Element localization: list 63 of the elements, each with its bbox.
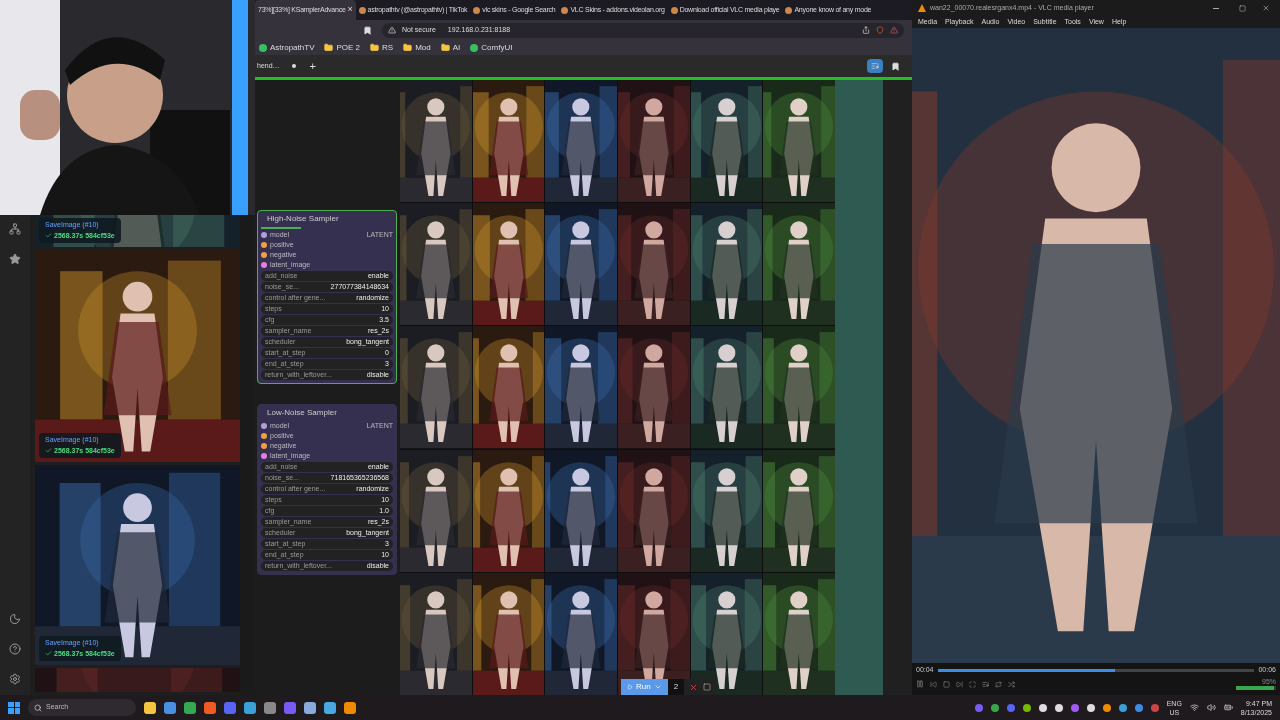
site-icon bbox=[670, 6, 678, 14]
taskbar-app-icon[interactable] bbox=[344, 701, 356, 714]
check-icon bbox=[45, 447, 52, 455]
check-icon bbox=[45, 650, 52, 658]
sampler-node[interactable] bbox=[257, 404, 397, 575]
minimize-button[interactable] bbox=[1213, 7, 1219, 9]
taskbar-app-icon[interactable] bbox=[324, 701, 336, 714]
share-icon[interactable] bbox=[862, 26, 870, 34]
start-button[interactable] bbox=[8, 701, 20, 714]
queue-button[interactable] bbox=[867, 59, 883, 73]
moon-icon[interactable] bbox=[9, 613, 21, 625]
site-icon bbox=[561, 6, 569, 14]
taskbar-app-icon[interactable] bbox=[204, 701, 216, 714]
bookmark-item[interactable]: RS bbox=[370, 41, 394, 54]
site-icon bbox=[259, 43, 267, 52]
taskbar-app-icon[interactable] bbox=[304, 701, 316, 714]
sampler-node[interactable] bbox=[257, 210, 397, 384]
loop-button[interactable] bbox=[995, 680, 1002, 688]
playlist-button[interactable] bbox=[982, 680, 989, 688]
caret-icon bbox=[653, 683, 662, 691]
bookmark-icon[interactable] bbox=[891, 61, 900, 71]
play-icon bbox=[627, 684, 633, 690]
stop-icon[interactable] bbox=[703, 683, 712, 691]
check-icon bbox=[45, 232, 52, 240]
bookmark-item[interactable]: POE 2 bbox=[324, 41, 361, 54]
warning-icon bbox=[388, 26, 396, 34]
site-icon bbox=[358, 6, 366, 14]
shuffle-button[interactable] bbox=[1008, 680, 1015, 688]
search-icon bbox=[34, 703, 42, 712]
seek-bar[interactable] bbox=[937, 668, 1255, 672]
battery-icon[interactable] bbox=[1223, 703, 1233, 712]
bookmark-item[interactable]: Mod bbox=[403, 41, 431, 54]
bookmark-item[interactable]: AstropathTV bbox=[259, 41, 315, 54]
pause-button[interactable] bbox=[916, 680, 924, 688]
site-icon bbox=[785, 6, 793, 14]
new-tab-button[interactable]: + bbox=[309, 57, 316, 75]
network-icon[interactable] bbox=[1189, 703, 1199, 712]
node-title: High-Noise Sampler bbox=[266, 213, 340, 225]
list-icon bbox=[871, 62, 879, 70]
bookmark-icon[interactable] bbox=[363, 25, 372, 35]
bookmark-item[interactable]: ComfyUI bbox=[470, 41, 513, 54]
taskbar-app-icon[interactable] bbox=[244, 701, 256, 714]
maximize-button[interactable] bbox=[1239, 4, 1246, 12]
folder-icon bbox=[370, 43, 380, 52]
bookmark-item[interactable]: AI bbox=[440, 41, 461, 54]
taskbar-app-icon[interactable] bbox=[184, 701, 196, 714]
settings-icon[interactable] bbox=[9, 673, 21, 685]
help-icon[interactable] bbox=[9, 643, 21, 655]
site-icon bbox=[473, 6, 481, 14]
taskbar-app-icon[interactable] bbox=[144, 701, 156, 714]
close-button[interactable] bbox=[1262, 4, 1270, 12]
folder-icon bbox=[324, 43, 334, 52]
close-icon[interactable] bbox=[689, 682, 699, 692]
folder-icon bbox=[440, 43, 450, 52]
nodes-icon[interactable] bbox=[9, 223, 21, 235]
site-icon bbox=[470, 43, 479, 52]
folder-icon bbox=[403, 43, 413, 52]
volume-icon[interactable] bbox=[1206, 703, 1216, 712]
node-title: Low-Noise Sampler bbox=[266, 407, 338, 419]
close-tab-button[interactable]: × bbox=[347, 3, 353, 17]
taskbar-app-icon[interactable] bbox=[164, 701, 176, 714]
taskbar-app-icon[interactable] bbox=[264, 701, 276, 714]
star-icon[interactable] bbox=[9, 253, 21, 265]
